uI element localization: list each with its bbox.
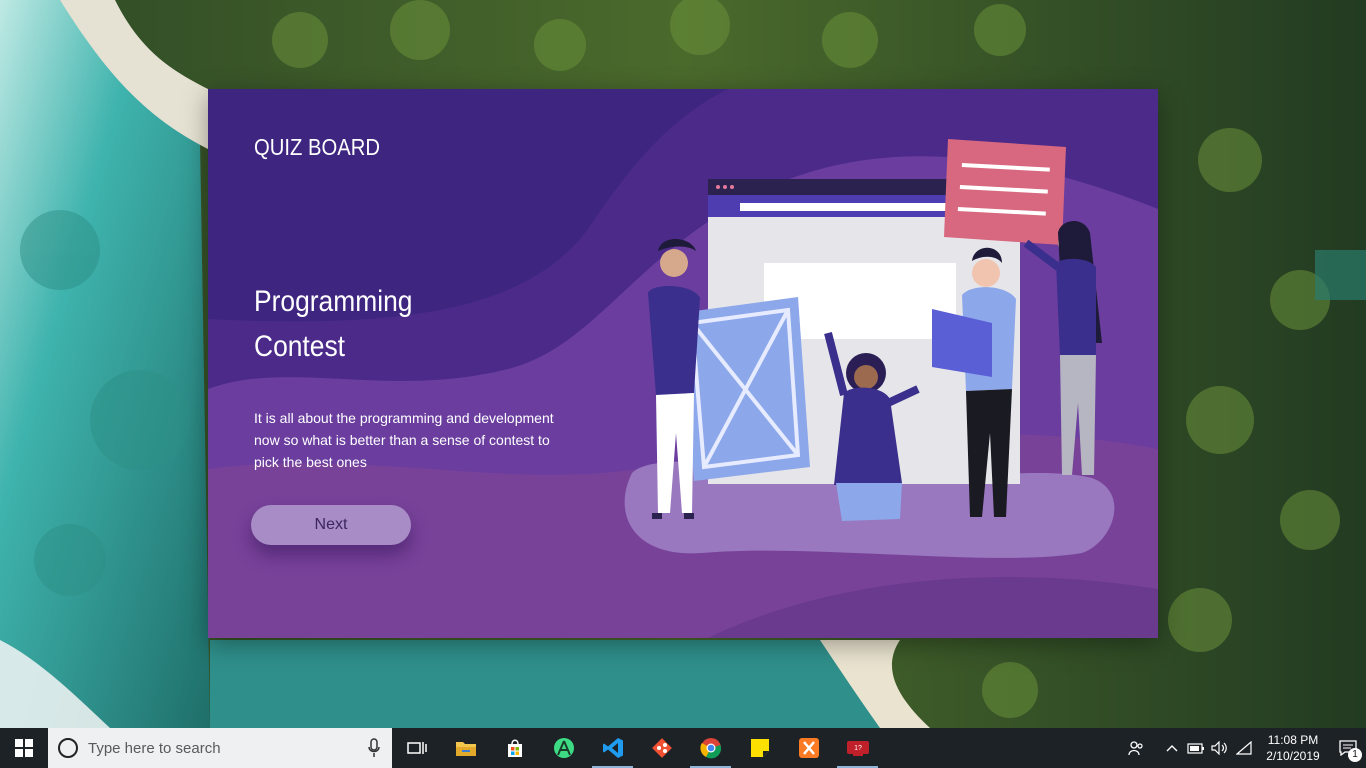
volume-icon[interactable] <box>1208 728 1232 768</box>
vscode-icon <box>602 738 623 758</box>
team-illustration <box>624 139 1115 558</box>
notification-count-badge: 1 <box>1348 748 1362 762</box>
title-line-1: Programming <box>254 285 413 318</box>
android-studio-icon <box>553 738 574 758</box>
cortana-icon <box>58 738 78 758</box>
brand-title: QUIZ BOARD <box>254 134 380 160</box>
search-placeholder: Type here to search <box>88 739 221 757</box>
action-center-button[interactable]: 1 <box>1330 728 1366 768</box>
battery-icon[interactable] <box>1184 728 1208 768</box>
microphone-icon[interactable] <box>368 738 380 758</box>
app-red-icon: 1? <box>846 741 869 756</box>
windows-logo-icon <box>15 739 33 757</box>
clock-date: 2/10/2019 <box>1266 749 1320 763</box>
git-icon <box>651 738 672 758</box>
task-view-icon <box>406 742 427 754</box>
page-title: Programming Contest <box>254 279 483 369</box>
clock-time: 11:08 PM <box>1267 733 1319 747</box>
next-button[interactable]: Next <box>251 505 411 545</box>
sticky-notes-icon <box>750 739 769 757</box>
file-explorer-button[interactable] <box>441 728 490 768</box>
chrome-icon <box>699 738 721 759</box>
system-tray: 11:08 PM 2/10/2019 1 <box>1124 728 1366 768</box>
xampp-icon <box>798 738 819 758</box>
svg-text:1?: 1? <box>854 745 862 752</box>
taskbar-clock[interactable]: 11:08 PM 2/10/2019 <box>1256 732 1330 764</box>
start-button[interactable] <box>0 728 48 768</box>
chevron-up-icon[interactable] <box>1160 728 1184 768</box>
wifi-icon[interactable] <box>1232 728 1256 768</box>
android-studio-button[interactable] <box>539 728 588 768</box>
people-icon[interactable] <box>1124 728 1148 768</box>
chrome-button[interactable] <box>686 728 735 768</box>
sticky-notes-button[interactable] <box>735 728 784 768</box>
description-text: It is all about the programming and deve… <box>254 410 554 470</box>
vscode-button[interactable] <box>588 728 637 768</box>
microsoft-store-button[interactable] <box>490 728 539 768</box>
taskbar: Type here to search 1? 11:08 PM 2/10/201… <box>0 728 1366 768</box>
search-box[interactable]: Type here to search <box>48 728 392 768</box>
microsoft-store-icon <box>507 739 522 757</box>
git-button[interactable] <box>637 728 686 768</box>
red-app-button[interactable]: 1? <box>833 728 882 768</box>
quiz-board-window: QUIZ BOARD Programming Contest It is all… <box>208 89 1158 638</box>
xampp-button[interactable] <box>784 728 833 768</box>
task-view-button[interactable] <box>392 728 441 768</box>
file-explorer-icon <box>455 742 476 756</box>
title-line-2: Contest <box>254 330 345 363</box>
